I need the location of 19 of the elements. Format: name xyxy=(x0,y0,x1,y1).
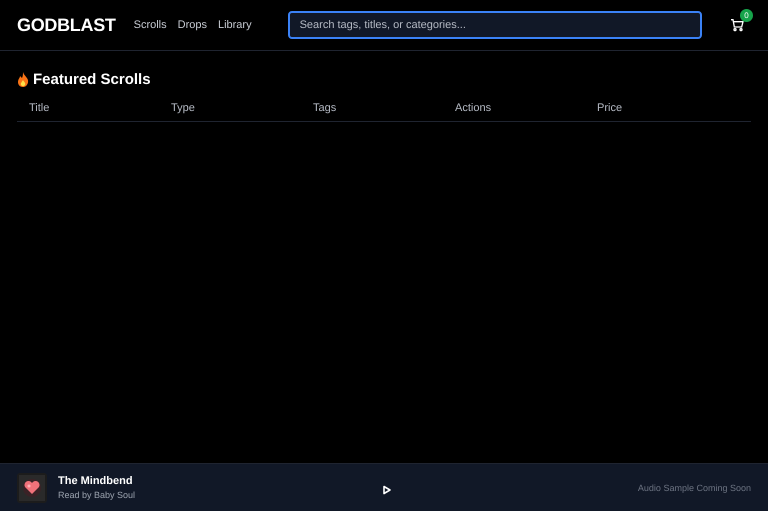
track-subtitle: Read by Baby Soul xyxy=(58,490,136,500)
audio-status: Audio Sample Coming Soon xyxy=(638,482,751,492)
cart-count-badge: 0 xyxy=(740,9,753,22)
nav-link[interactable]: Library xyxy=(218,19,252,31)
play-button[interactable] xyxy=(382,482,392,492)
column-header: Price xyxy=(597,102,624,114)
flame-icon xyxy=(17,72,29,87)
nav-link[interactable]: Scrolls xyxy=(134,19,167,31)
column-header: Type xyxy=(171,102,196,114)
column-header: Tags xyxy=(313,102,338,114)
logo[interactable]: GODBLAST xyxy=(17,14,116,36)
column-header: Actions xyxy=(455,102,492,114)
column-header: Title xyxy=(29,102,50,114)
section-title: Featured Scrolls xyxy=(33,71,151,88)
search-field[interactable]: Search tags, titles, or categories... xyxy=(288,11,702,39)
nav-link[interactable]: Drops xyxy=(178,19,207,31)
play-icon xyxy=(382,484,392,494)
track-title: The Mindbend xyxy=(58,475,134,487)
cart-icon xyxy=(729,17,745,33)
